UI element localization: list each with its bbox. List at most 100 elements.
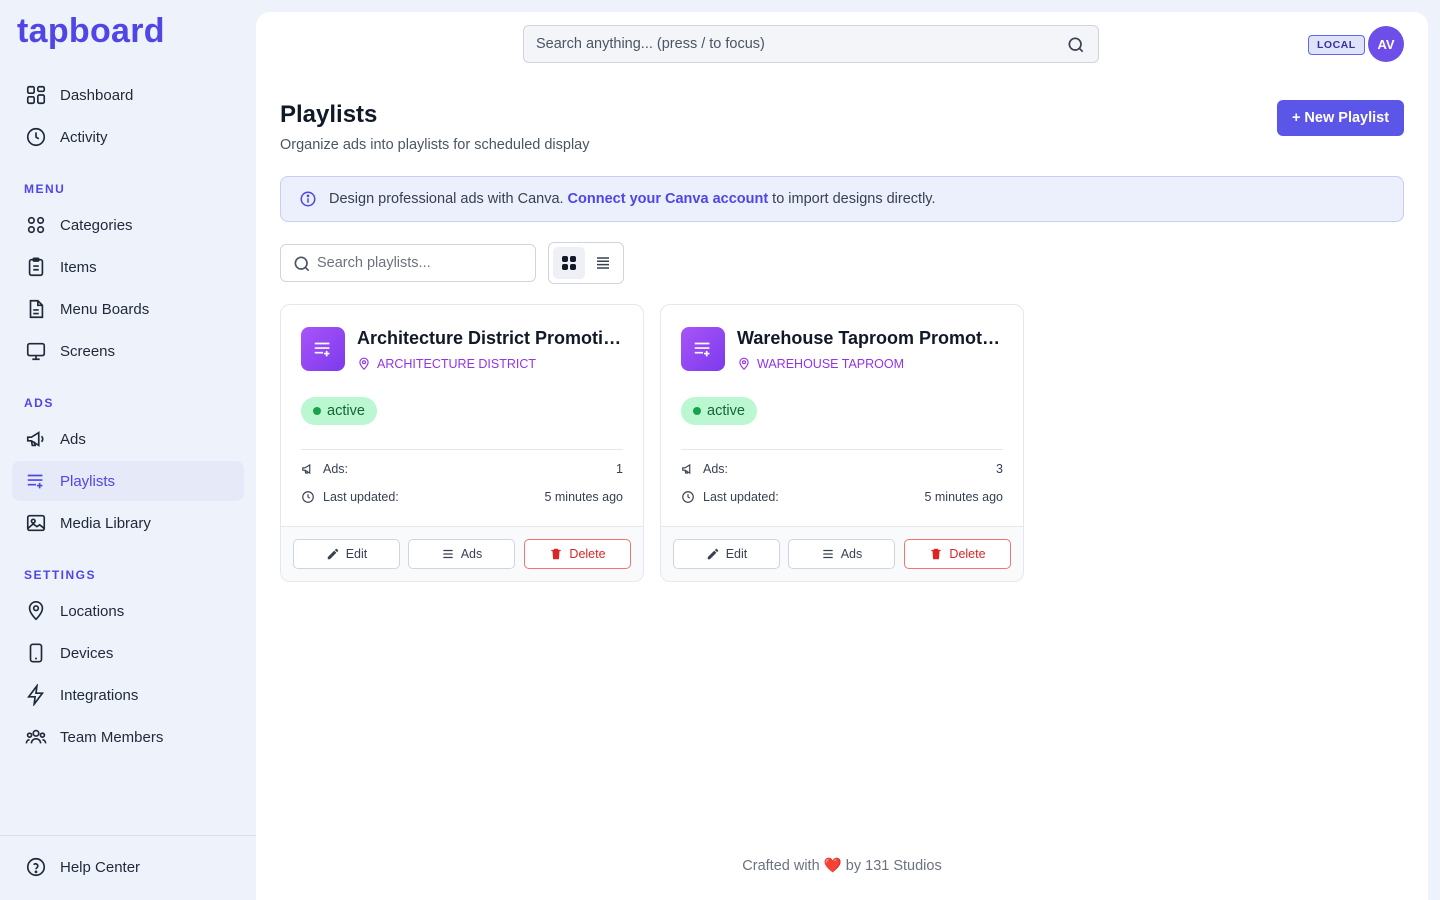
sidebar-item-media-library[interactable]: Media Library — [12, 503, 244, 543]
sidebar-item-categories[interactable]: Categories — [12, 205, 244, 245]
banner-text-suffix: to import designs directly. — [772, 191, 936, 207]
sidebar-item-label: Items — [60, 258, 97, 276]
sidebar-item-ads[interactable]: Ads — [12, 419, 244, 459]
trash-icon — [551, 548, 562, 560]
card-divider — [301, 449, 623, 450]
ads-button-label: Ads — [840, 547, 863, 561]
map-pin-icon — [359, 357, 369, 371]
ads-label: Ads: — [703, 462, 729, 476]
playlist-card[interactable]: Warehouse Taproom Promotions WAREHOUSE T… — [660, 304, 1024, 582]
new-playlist-button[interactable]: + New Playlist — [1277, 100, 1404, 136]
sidebar-item-dashboard[interactable]: Dashboard — [12, 75, 244, 115]
view-toggle — [548, 242, 624, 284]
megaphone-icon — [302, 463, 311, 475]
playlist-title[interactable]: Warehouse Taproom Promotions — [737, 328, 1005, 349]
info-icon — [300, 191, 316, 207]
sidebar-item-items[interactable]: Items — [12, 247, 244, 287]
app-logo[interactable]: tapboard — [17, 12, 165, 51]
clock-icon — [302, 491, 314, 503]
sidebar-item-label: Screens — [60, 342, 116, 360]
last-updated-value: 5 minutes ago — [924, 490, 1003, 504]
canva-info-banner: Design professional ads with Canva. Conn… — [280, 176, 1404, 222]
list-view-button[interactable] — [587, 247, 619, 279]
sidebar-item-label: Integrations — [60, 686, 139, 704]
sidebar-item-label: Categories — [60, 216, 133, 234]
clock-icon — [24, 125, 48, 149]
grid-view-button[interactable] — [553, 247, 585, 279]
playlist-location: WAREHOUSE TAPROOM — [737, 357, 904, 371]
connect-canva-link[interactable]: Connect your Canva account — [568, 191, 769, 207]
playlist-location: ARCHITECTURE DISTRICT — [357, 357, 536, 371]
sidebar-item-menu-boards[interactable]: Menu Boards — [12, 289, 244, 329]
section-label-menu: MENU — [24, 182, 66, 196]
monitor-icon — [24, 339, 48, 363]
sidebar-item-team-members[interactable]: Team Members — [12, 717, 244, 757]
delete-button[interactable]: Delete — [524, 539, 631, 569]
sidebar-item-screens[interactable]: Screens — [12, 331, 244, 371]
sidebar-item-label: Playlists — [60, 472, 116, 490]
clipboard-icon — [24, 255, 48, 279]
pencil-icon — [327, 548, 338, 560]
list-icon — [443, 549, 453, 559]
delete-button[interactable]: Delete — [904, 539, 1011, 569]
ads-count: 3 — [996, 462, 1003, 476]
map-pin-icon — [739, 357, 749, 371]
footer-credit: Crafted with ❤️ by 131 Studios — [256, 857, 1428, 874]
global-search-input[interactable]: Search anything... (press / to focus) — [523, 25, 1099, 63]
trash-icon — [931, 548, 942, 560]
banner-text-prefix: Design professional ads with Canva. — [329, 191, 564, 207]
grid-icon — [24, 83, 48, 107]
heart-icon: ❤️ — [823, 858, 842, 874]
last-updated-label: Last updated: — [323, 490, 399, 504]
sidebar-item-label: Media Library — [60, 514, 151, 532]
last-updated-label: Last updated: — [703, 490, 779, 504]
card-actions: Edit Ads Delete — [281, 526, 643, 581]
footer-prefix: Crafted with — [742, 858, 820, 874]
image-icon — [24, 511, 48, 535]
sidebar-item-devices[interactable]: Devices — [12, 633, 244, 673]
playlist-search-input[interactable]: Search playlists... — [280, 244, 536, 282]
footer-suffix: by 131 Studios — [845, 858, 942, 874]
sidebar-item-label: Dashboard — [60, 86, 134, 104]
list-icon — [823, 549, 833, 559]
ads-button-label: Ads — [460, 547, 483, 561]
sidebar-item-label: Activity — [60, 128, 108, 146]
map-pin-icon — [24, 599, 48, 623]
sidebar-item-locations[interactable]: Locations — [12, 591, 244, 631]
playlist-search-placeholder: Search playlists... — [317, 255, 431, 271]
main-content: Search anything... (press / to focus) LO… — [256, 12, 1428, 900]
playlist-icon — [24, 469, 48, 493]
playlist-location-label: WAREHOUSE TAPROOM — [757, 357, 905, 371]
manage-ads-button[interactable]: Ads — [408, 539, 515, 569]
sidebar-item-integrations[interactable]: Integrations — [12, 675, 244, 715]
sidebar-item-label: Devices — [60, 644, 114, 662]
playlist-title[interactable]: Architecture District Promotions — [357, 328, 625, 349]
sidebar-item-label: Locations — [60, 602, 125, 620]
users-icon — [24, 725, 48, 749]
section-label-ads: ADS — [24, 396, 54, 410]
list-view-icon — [597, 257, 609, 269]
playlist-location-label: ARCHITECTURE DISTRICT — [377, 357, 537, 371]
megaphone-icon — [682, 463, 691, 475]
manage-ads-button[interactable]: Ads — [788, 539, 895, 569]
playlist-icon — [681, 327, 725, 371]
pencil-icon — [707, 548, 718, 560]
env-badge: LOCAL — [1308, 35, 1365, 55]
avatar[interactable]: AV — [1368, 26, 1404, 62]
ads-count-row: Ads: 1 — [301, 462, 623, 476]
clock-icon — [682, 491, 694, 503]
megaphone-icon — [24, 427, 48, 451]
sidebar-item-help-center[interactable]: Help Center — [12, 847, 244, 887]
delete-label: Delete — [949, 547, 986, 561]
playlist-card[interactable]: Architecture District Promotions ARCHITE… — [280, 304, 644, 582]
sidebar-item-activity[interactable]: Activity — [12, 117, 244, 157]
edit-button[interactable]: Edit — [293, 539, 400, 569]
search-icon[interactable] — [1066, 35, 1086, 55]
edit-label: Edit — [725, 547, 748, 561]
search-icon — [294, 256, 310, 272]
page-title: Playlists — [280, 101, 378, 128]
edit-button[interactable]: Edit — [673, 539, 780, 569]
phone-icon — [24, 641, 48, 665]
grid-view-icon — [562, 256, 576, 270]
sidebar-item-playlists[interactable]: Playlists — [12, 461, 244, 501]
